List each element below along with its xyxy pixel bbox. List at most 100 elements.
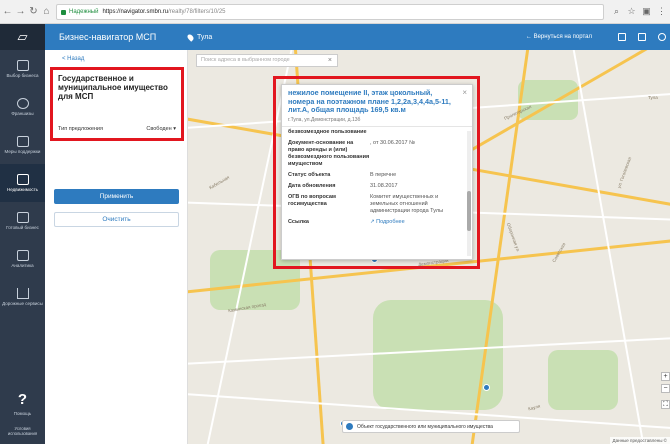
popup-row: Документ-основание на право аренды и (ил… xyxy=(282,138,472,170)
nav-item-business-choice[interactable]: Выбор бизнеса xyxy=(0,50,45,88)
popup-row-key: безвозмездное пользование xyxy=(288,128,367,135)
details-link[interactable]: ↗ Подробнее xyxy=(370,219,405,225)
address-bar[interactable]: Надежный https://navigator.smbn.ru /real… xyxy=(56,4,604,20)
left-navigation: ▱ Выбор бизнеса Франшизы Меры поддержки … xyxy=(0,24,45,444)
nav-item-road-services[interactable]: Дорожные сервисы xyxy=(0,278,45,316)
menu-icon[interactable]: ⋮ xyxy=(657,5,666,17)
arrow-left-icon[interactable]: ← xyxy=(2,5,13,19)
search-icon[interactable]: ⌕ xyxy=(612,5,621,17)
nav-item-support[interactable]: Меры поддержки xyxy=(0,126,45,164)
map-attribution[interactable]: Данные предоставлены © xyxy=(609,437,670,444)
map-legend: Объект государственного или муниципально… xyxy=(342,420,520,433)
object-popup: нежилое помещение II, этаж цокольный, но… xyxy=(281,84,473,260)
popup-row-key: Документ-основание на право аренды и (ил… xyxy=(288,139,370,167)
popup-row: Ссылка ↗ Подробнее xyxy=(282,217,472,228)
url-host: https://navigator.smbn.ru xyxy=(102,9,169,15)
close-icon[interactable]: × xyxy=(328,55,332,66)
legend-text: Объект государственного или муниципально… xyxy=(357,423,493,430)
chevron-down-icon: ▾ xyxy=(173,126,176,132)
nav-item-label: Выбор бизнеса xyxy=(6,73,39,78)
url-path: /realty/78/filters/10/25 xyxy=(168,9,226,15)
extension-icon[interactable]: ▣ xyxy=(642,5,651,17)
business-icon xyxy=(16,60,29,71)
franchise-icon xyxy=(16,98,29,109)
address-search-input[interactable]: Поиск адреса в выбранном городе × xyxy=(196,54,338,67)
nav-item-label: Готовый бизнес xyxy=(6,225,39,230)
back-link[interactable]: < Назад xyxy=(45,50,187,62)
star-icon[interactable]: ☆ xyxy=(627,5,636,17)
arrow-right-icon[interactable]: → xyxy=(15,5,26,19)
secure-label: Надежный xyxy=(69,9,99,15)
popup-row-value: В перечне xyxy=(370,171,397,178)
nav-item-label: Аналитика xyxy=(11,263,34,268)
filter-panel: < Назад Государственное и муниципальное … xyxy=(45,50,188,444)
popup-row: безвозмездное пользование xyxy=(282,127,472,138)
home-icon[interactable]: ⌂ xyxy=(41,5,52,19)
user-icon[interactable] xyxy=(658,33,666,41)
street-label: ул. Гоголевская xyxy=(616,156,633,189)
popup-row: Статус объекта В перечне xyxy=(282,170,472,181)
building-icon xyxy=(16,174,29,185)
popup-row: Дата обновления 31.08.2017 xyxy=(282,181,472,192)
filter-title: Государственное и муниципальное имуществ… xyxy=(58,74,168,101)
nav-item-label: Дорожные сервисы xyxy=(2,301,43,306)
offer-type-label: Тип предложения xyxy=(58,126,103,132)
city-selector[interactable]: Тула xyxy=(186,32,213,42)
map-marker[interactable] xyxy=(483,384,490,391)
help-label[interactable]: Помощь xyxy=(0,411,45,416)
street-label: Оборонная ул. xyxy=(505,222,522,253)
chat-icon[interactable] xyxy=(638,33,646,41)
logo-icon[interactable]: ▱ xyxy=(0,24,45,50)
popup-title[interactable]: нежилое помещение II, этаж цокольный, но… xyxy=(282,85,472,115)
offer-type-value: Свободен xyxy=(146,126,172,132)
popup-scrollbar[interactable] xyxy=(467,131,471,256)
park-area xyxy=(548,350,618,410)
popup-row-key: ОГВ по вопросам госимущества xyxy=(288,193,336,207)
nav-item-label: Недвижимость xyxy=(7,187,38,192)
nav-item-label: Меры поддержки xyxy=(4,149,41,154)
scrollbar-thumb[interactable] xyxy=(467,191,471,231)
apply-button[interactable]: Применить xyxy=(54,189,179,204)
help-icon[interactable]: ? xyxy=(0,391,45,408)
city-marker-label: Тула xyxy=(648,95,658,100)
app-header: Бизнес-навигатор МСП Тула ← Вернуться на… xyxy=(45,24,670,50)
reload-icon[interactable]: ↻ xyxy=(28,5,39,19)
nav-item-realty[interactable]: Недвижимость xyxy=(0,164,45,202)
app-title: Бизнес-навигатор МСП xyxy=(59,32,157,42)
popup-row-value: , от 30.06.2017 № xyxy=(370,139,415,146)
filter-card: Государственное и муниципальное имуществ… xyxy=(50,67,184,141)
phone-icon[interactable] xyxy=(618,33,626,41)
fullscreen-icon[interactable]: ⛶ xyxy=(661,400,670,409)
road-icon xyxy=(16,288,29,299)
nav-item-franchises[interactable]: Франшизы xyxy=(0,88,45,126)
zoom-out-button[interactable]: − xyxy=(661,384,670,393)
popup-row-key: Ссылка xyxy=(288,218,309,225)
popup-row-key: Статус объекта xyxy=(288,171,331,178)
popup-row-value: 31.08.2017 xyxy=(370,182,398,189)
analytics-icon xyxy=(16,250,29,261)
nav-item-label: Франшизы xyxy=(11,111,34,116)
support-icon xyxy=(16,136,29,147)
legend-marker-icon xyxy=(346,423,353,430)
popup-address: г.Тула, ул.Демонстрации, д.13б xyxy=(282,115,472,127)
clear-button[interactable]: Очистить xyxy=(54,212,179,227)
street-label: Кауля xyxy=(527,403,541,412)
offer-type-select[interactable]: Тип предложения Свободен ▾ xyxy=(58,126,176,132)
nav-item-analytics[interactable]: Аналитика xyxy=(0,240,45,278)
lock-icon xyxy=(61,9,66,15)
terms-link[interactable]: Условия использования xyxy=(0,426,45,436)
back-to-portal-link[interactable]: ← Вернуться на портал xyxy=(526,34,592,40)
popup-row-value: Комитет имущественных и земельных отноше… xyxy=(370,193,444,214)
browser-toolbar: ← → ↻ ⌂ Надежный https://navigator.smbn.… xyxy=(0,0,670,24)
location-pin-icon xyxy=(186,32,195,42)
nav-item-ready-business[interactable]: Готовый бизнес xyxy=(0,202,45,240)
close-icon[interactable]: × xyxy=(462,88,467,97)
search-placeholder: Поиск адреса в выбранном городе xyxy=(201,57,290,63)
briefcase-icon xyxy=(16,212,29,223)
popup-row-key: Дата обновления xyxy=(288,182,336,189)
zoom-in-button[interactable]: + xyxy=(661,372,670,381)
city-name: Тула xyxy=(197,33,213,41)
popup-row-value xyxy=(370,129,466,136)
popup-row: ОГВ по вопросам госимущества Комитет имущ… xyxy=(282,192,472,217)
street-label: Кабельная xyxy=(208,174,231,191)
